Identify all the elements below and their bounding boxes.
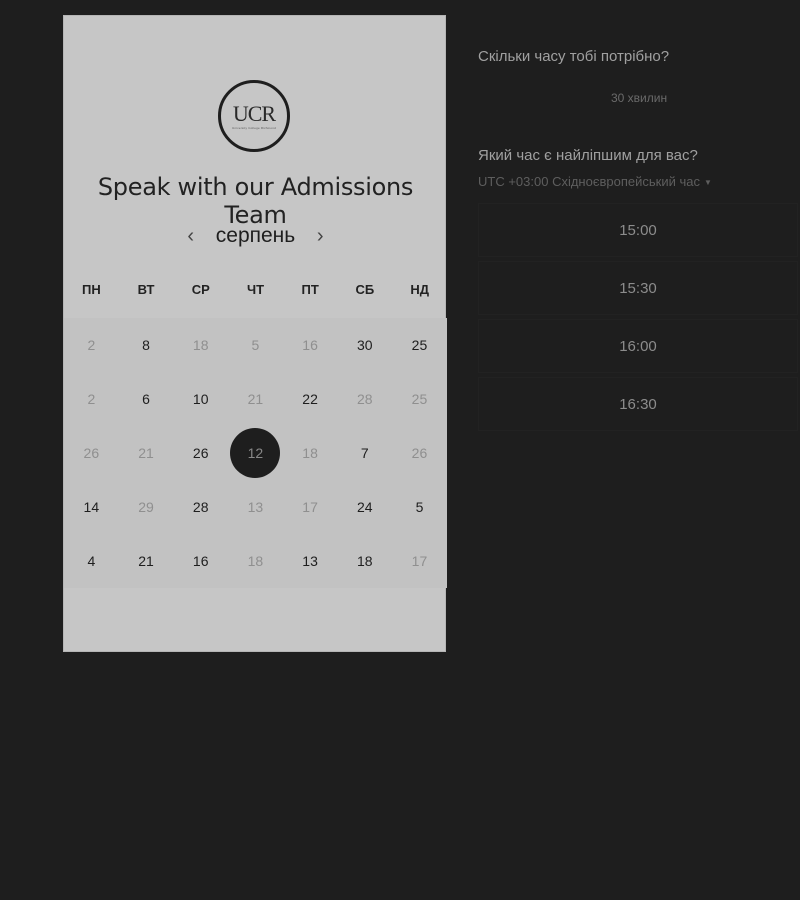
calendar-day[interactable]: 22 — [283, 372, 338, 426]
month-label: серпень — [215, 224, 296, 247]
calendar-day-label: 24 — [356, 499, 373, 515]
calendar-day[interactable]: 13 — [283, 534, 338, 588]
calendar-day: 29 — [119, 480, 174, 534]
calendar-day-label: 17 — [302, 499, 318, 515]
calendar-day: 18 — [173, 318, 228, 372]
calendar-day-label: 25 — [411, 337, 428, 353]
calendar-day[interactable]: 7 — [337, 426, 392, 480]
calendar-day-label: 21 — [138, 553, 154, 569]
calendar-day[interactable]: 10 — [173, 372, 228, 426]
calendar-day-label: 13 — [302, 553, 318, 569]
calendar-day[interactable]: 6 — [119, 372, 174, 426]
ucr-logo: UCR University College Richmond — [218, 80, 290, 152]
time-slot[interactable]: 15:00 — [478, 203, 798, 257]
calendar-day: 2 — [64, 318, 119, 372]
calendar-day-label: 28 — [356, 391, 373, 407]
calendar-day-label: 21 — [138, 445, 154, 461]
calendar-day-label: 13 — [247, 499, 264, 515]
calendar-day: 17 — [283, 480, 338, 534]
time-slot[interactable]: 16:00 — [478, 319, 798, 373]
calendar-day-label: 8 — [142, 337, 150, 353]
weekday-tue: ВТ — [137, 282, 155, 297]
calendar-grid: 2 8 18 5 16 30 25 2 6 10 21 22 28 25 26 21 26 12 18 7 26 14 29… — [64, 318, 447, 588]
calendar-day-label: 17 — [411, 553, 428, 569]
time-slot[interactable]: 16:30 — [478, 377, 798, 431]
weekday-fri: ПТ — [301, 282, 319, 297]
calendar-day[interactable]: 30 — [337, 318, 392, 372]
chevron-right-icon[interactable]: › — [313, 225, 327, 248]
calendar-day[interactable]: 5 — [392, 480, 447, 534]
weekday-sun: НД — [410, 282, 429, 297]
calendar-day-label: 16 — [302, 337, 318, 353]
calendar-day-label: 6 — [142, 391, 150, 407]
timezone-select[interactable]: UTC +03:00 Східноєвропейський час ▼ — [478, 174, 712, 189]
calendar-day: 17 — [392, 534, 447, 588]
calendar-day-label: 25 — [411, 391, 428, 407]
calendar-day-label: 2 — [87, 391, 96, 407]
calendar-day[interactable]: 21 — [119, 534, 174, 588]
weekday-mon: ПН — [81, 282, 101, 297]
calendar-day-label: 18 — [302, 445, 318, 461]
calendar-day-label: 26 — [411, 445, 428, 461]
calendar-day-label: 18 — [192, 337, 209, 353]
calendar-day-label: 18 — [356, 553, 373, 569]
chevron-left-icon[interactable]: ‹ — [184, 225, 198, 248]
calendar-day: 25 — [392, 372, 447, 426]
calendar-day-label: 5 — [415, 499, 424, 515]
calendar-day: 16 — [283, 318, 338, 372]
calendar-day-label: 4 — [87, 553, 96, 569]
weekday-sat: СБ — [355, 282, 375, 297]
calendar-day-label: 22 — [302, 391, 318, 407]
calendar-day: 18 — [228, 534, 283, 588]
calendar-day[interactable]: 25 — [392, 318, 447, 372]
calendar-day: 21 — [228, 372, 283, 426]
logo-mark: UCR — [232, 100, 276, 126]
calendar-day: 2 — [64, 372, 119, 426]
calendar-day[interactable]: 16 — [173, 534, 228, 588]
calendar-day: 21 — [119, 426, 174, 480]
weekday-wed: СР — [191, 282, 210, 297]
logo-subtitle: University College Richmond — [232, 125, 276, 130]
calendar-day: 13 — [228, 480, 283, 534]
calendar-day: 26 — [392, 426, 447, 480]
calendar-day[interactable]: 26 — [173, 426, 228, 480]
duration-question: Скільки часу тобі потрібно? — [478, 48, 670, 65]
calendar-day-label: 10 — [192, 391, 209, 407]
time-slot[interactable]: 15:30 — [478, 261, 798, 315]
calendar-day: 26 — [64, 426, 119, 480]
calendar-day: 5 — [228, 318, 283, 372]
calendar-day[interactable]: 4 — [64, 534, 119, 588]
calendar-day-selected[interactable]: 12 — [228, 426, 283, 480]
calendar-day-label: 7 — [360, 445, 369, 461]
calendar-day: 28 — [337, 372, 392, 426]
calendar-day-label: 5 — [251, 337, 260, 353]
weekday-thu: ЧТ — [246, 282, 265, 297]
calendar-day-label: 18 — [247, 553, 264, 569]
duration-value[interactable]: 30 хвилин — [611, 91, 667, 105]
time-slot-list: 15:00 15:30 16:00 16:30 — [478, 203, 798, 435]
time-question: Який час є найліпшим для вас? — [478, 147, 698, 164]
calendar-day-label: 28 — [192, 499, 209, 515]
calendar-day-label: 16 — [192, 553, 209, 569]
calendar-day-label: 2 — [87, 337, 96, 353]
calendar-day-label: 26 — [83, 445, 100, 461]
calendar-day[interactable]: 28 — [173, 480, 228, 534]
caret-down-icon: ▼ — [703, 178, 712, 188]
calendar-day-label: 14 — [83, 499, 100, 515]
calendar-day-label: 21 — [247, 391, 264, 407]
calendar-day-label: 29 — [138, 499, 154, 515]
calendar-day[interactable]: 8 — [119, 318, 174, 372]
calendar-day[interactable]: 24 — [337, 480, 392, 534]
calendar-day-label: 30 — [356, 337, 373, 353]
calendar-day[interactable]: 18 — [337, 534, 392, 588]
timezone-label: UTC +03:00 Східноєвропейський час — [478, 174, 700, 189]
calendar-day-label: 26 — [192, 445, 209, 461]
calendar-day[interactable]: 14 — [64, 480, 119, 534]
calendar-day-label: 12 — [247, 445, 264, 461]
booking-card: UCR University College Richmond Speak wi… — [63, 15, 447, 652]
calendar-day: 18 — [283, 426, 338, 480]
month-navigation: ‹ серпень › — [64, 221, 447, 251]
weekday-header: ПН ВТ СР ЧТ ПТ СБ НД — [64, 282, 447, 297]
